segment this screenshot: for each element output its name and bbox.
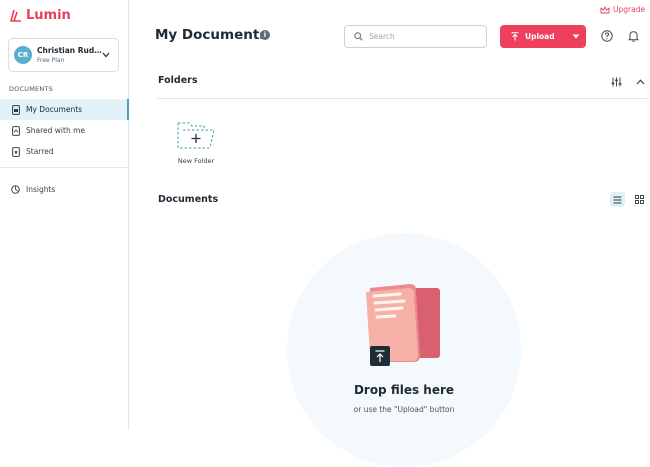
sidebar-item-label: Insights [26, 185, 56, 194]
upload-icon [511, 32, 519, 41]
upgrade-label: Upgrade [613, 5, 646, 14]
sidebar-item-starred[interactable]: Starred [0, 141, 129, 162]
sidebar-item-insights[interactable]: Insights [0, 179, 129, 200]
grid-view-icon [635, 195, 644, 204]
documents-heading: Documents [158, 194, 219, 205]
upload-main-action[interactable]: Upload [500, 25, 565, 48]
document-icon [11, 104, 20, 115]
info-icon[interactable]: i [260, 30, 270, 40]
caret-down-icon [572, 34, 579, 39]
search-icon [354, 32, 363, 41]
upload-label: Upload [525, 32, 555, 41]
brand-name: Lumin [26, 8, 71, 23]
account-plan: Free Plan [37, 57, 65, 64]
account-name: Christian Rude... [37, 46, 103, 55]
new-folder-button[interactable]: New Folder [172, 118, 220, 168]
sliders-icon [611, 77, 621, 87]
search-box[interactable] [344, 25, 487, 48]
notifications-button[interactable] [626, 29, 640, 43]
star-document-icon [11, 146, 20, 157]
collapse-folders-button[interactable] [633, 75, 647, 89]
sidebar-item-label: Starred [26, 147, 54, 156]
upgrade-link[interactable]: Upgrade [600, 5, 645, 14]
shared-document-icon [11, 125, 20, 136]
avatar: CR [14, 46, 32, 64]
sidebar-divider [0, 167, 128, 168]
new-folder-label: New Folder [177, 157, 215, 165]
list-view-toggle[interactable] [610, 192, 625, 207]
upload-button[interactable]: Upload [500, 25, 586, 48]
insights-icon [11, 185, 20, 195]
sidebar-item-label: My Documents [26, 105, 83, 114]
help-icon [601, 30, 613, 42]
folders-heading: Folders [158, 75, 198, 86]
search-input[interactable] [369, 32, 479, 41]
sidebar-item-my-documents[interactable]: My Documents [0, 99, 129, 120]
grid-view-toggle[interactable] [632, 192, 647, 207]
lumin-logo-icon [10, 9, 21, 22]
help-button[interactable] [600, 29, 614, 43]
page-title: My Documents [155, 27, 268, 43]
chevron-down-icon [102, 52, 110, 58]
main-header: My Documents i Upload [129, 0, 650, 62]
sidebar-section-title: DOCUMENTS [9, 85, 53, 93]
dropzone-title: Drop files here [353, 383, 455, 397]
bell-icon [628, 31, 638, 42]
sidebar-item-shared-with-me[interactable]: Shared with me [0, 120, 129, 141]
account-switcher[interactable]: CR Christian Rude... Free Plan [8, 38, 119, 72]
folder-settings-button[interactable] [609, 75, 623, 89]
new-folder-icon [177, 122, 215, 149]
sidebar-item-label: Shared with me [26, 126, 86, 135]
sidebar: Lumin CR Christian Rude... Free Plan DOC… [0, 0, 129, 430]
folders-divider [157, 98, 647, 99]
upload-dropdown-toggle[interactable] [565, 25, 586, 48]
chevron-up-icon [636, 79, 644, 85]
list-view-icon [613, 196, 622, 203]
dropzone-subtitle: or use the "Upload" button [353, 405, 455, 414]
files-illustration-icon [366, 284, 440, 366]
lumin-logo[interactable]: Lumin [9, 8, 71, 23]
crown-icon [600, 6, 610, 13]
